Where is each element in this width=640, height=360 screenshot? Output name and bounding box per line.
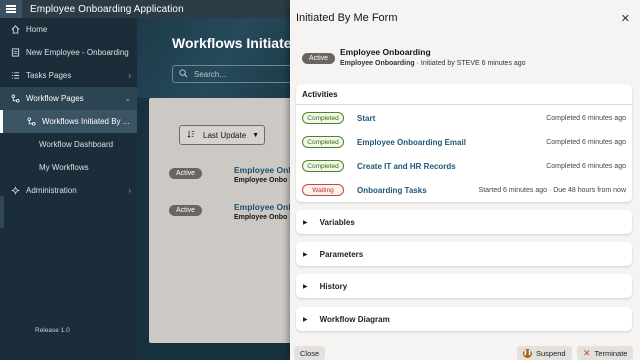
- activity-link[interactable]: Start: [357, 114, 375, 123]
- search-input[interactable]: Search...: [172, 65, 290, 83]
- sidebar-item-administration[interactable]: Administration ›: [0, 179, 137, 202]
- search-icon: [179, 68, 188, 80]
- sidebar-item-label: Workflow Dashboard: [39, 140, 114, 149]
- sidebar-item-tasks-pages[interactable]: Tasks Pages ›: [0, 64, 137, 87]
- release-label: Release 1.0: [35, 327, 70, 334]
- sidebar-scrollbar[interactable]: [0, 196, 4, 228]
- status-badge: Completed: [302, 112, 344, 124]
- section-label: Parameters: [319, 249, 364, 259]
- results-card: Last Update ▼ Active Employee Onb Employ…: [149, 98, 290, 343]
- drawer-title: Initiated By Me Form: [296, 12, 398, 24]
- search-placeholder: Search...: [194, 69, 227, 79]
- app-header: Employee Onboarding Application: [0, 0, 290, 18]
- activities-panel: Activities Completed Start Completed 6 m…: [296, 84, 632, 202]
- workflow-subtitle: Employee Onbo: [234, 214, 288, 221]
- sidebar-item-label: Home: [26, 25, 48, 34]
- main-content: Workflows Initiate Search... Last Update…: [137, 18, 290, 360]
- section-variables[interactable]: ▶ Variables: [296, 210, 632, 234]
- sidebar-item-workflows-initiated[interactable]: Workflows Initiated By ...: [0, 110, 137, 133]
- list-icon: [11, 71, 20, 80]
- sidebar-item-label: Workflows Initiated By ...: [42, 117, 130, 126]
- workflow-summary: Active Employee Onboarding Employee Onbo…: [302, 46, 630, 72]
- caret-down-icon: ▼: [252, 131, 260, 139]
- drawer-header: Initiated By Me Form ✕: [290, 0, 640, 36]
- chevron-down-icon: ⌄: [124, 94, 131, 103]
- suspend-button[interactable]: ❚❚ Suspend: [517, 346, 572, 360]
- drawer-footer: Close ❚❚ Suspend ✕ Terminate: [290, 344, 640, 360]
- expand-triangle-icon: ▶: [303, 316, 308, 323]
- activity-link[interactable]: Create IT and HR Records: [357, 162, 456, 171]
- sidebar-item-label: My Workflows: [39, 163, 89, 172]
- menu-icon[interactable]: [0, 0, 22, 18]
- activity-status-text: Started 6 minutes ago · Due 48 hours fro…: [478, 186, 626, 194]
- section-history[interactable]: ▶ History: [296, 274, 632, 298]
- close-button[interactable]: Close: [294, 346, 326, 360]
- status-badge: Completed: [302, 160, 344, 172]
- activity-link[interactable]: Employee Onboarding Email: [357, 138, 466, 147]
- workflow-link[interactable]: Employee Onb: [234, 202, 290, 212]
- section-label: Workflow Diagram: [319, 314, 390, 324]
- expand-triangle-icon: ▶: [303, 219, 308, 226]
- workflow-meta: Employee Onboarding · Initiated by STEVE…: [340, 60, 526, 67]
- status-badge: Completed: [302, 136, 344, 148]
- workflow-title: Employee Onboarding: [340, 47, 431, 57]
- activities-heading: Activities: [302, 90, 338, 99]
- activity-status-text: Completed 6 minutes ago: [546, 114, 626, 122]
- page-title: Workflows Initiate: [172, 35, 290, 51]
- activity-row: Waiting Onboarding Tasks Started 6 minut…: [302, 181, 626, 199]
- page-banner: [137, 18, 290, 98]
- status-badge: Active: [302, 53, 336, 64]
- sort-icon: [187, 130, 195, 140]
- expand-triangle-icon: ▶: [303, 251, 308, 258]
- activity-row: Completed Employee Onboarding Email Comp…: [302, 133, 626, 151]
- section-workflow-diagram[interactable]: ▶ Workflow Diagram: [296, 307, 632, 331]
- sidebar-item-label: Administration: [26, 186, 77, 195]
- sort-button[interactable]: Last Update ▼: [179, 125, 265, 145]
- pause-icon: ❚❚: [523, 348, 532, 358]
- suspend-label: Suspend: [536, 348, 566, 358]
- activity-row: Completed Create IT and HR Records Compl…: [302, 157, 626, 175]
- gear-icon: [11, 186, 20, 195]
- workflow-icon: [27, 117, 36, 126]
- sidebar-item-workflow-dashboard[interactable]: Workflow Dashboard: [0, 133, 137, 156]
- sidebar-item-my-workflows[interactable]: My Workflows: [0, 156, 137, 179]
- sidebar-item-home[interactable]: Home: [0, 18, 137, 41]
- section-label: History: [319, 281, 348, 291]
- chevron-right-icon: ›: [128, 71, 131, 80]
- section-parameters[interactable]: ▶ Parameters: [296, 242, 632, 266]
- workflow-link[interactable]: Employee Onb: [234, 165, 290, 175]
- activity-row: Completed Start Completed 6 minutes ago: [302, 109, 626, 127]
- terminate-label: Terminate: [594, 348, 628, 358]
- form-icon: [11, 48, 20, 57]
- activity-link[interactable]: Onboarding Tasks: [357, 186, 427, 195]
- status-badge: Active: [169, 205, 203, 216]
- list-item[interactable]: Active Employee Onb Employee Onbo: [169, 165, 290, 184]
- sidebar-item-label: Tasks Pages: [26, 71, 72, 80]
- close-icon[interactable]: ✕: [621, 12, 630, 25]
- chevron-right-icon: ›: [128, 186, 131, 195]
- activity-status-text: Completed 6 minutes ago: [546, 162, 626, 170]
- sidebar-item-label: Workflow Pages: [26, 94, 84, 103]
- home-icon: [11, 25, 20, 34]
- app-title: Employee Onboarding Application: [30, 3, 184, 15]
- sort-label: Last Update: [203, 130, 247, 140]
- workflow-icon: [11, 94, 20, 103]
- divider: [296, 104, 632, 105]
- sidebar-item-workflow-pages[interactable]: Workflow Pages ⌄: [0, 87, 137, 110]
- workflow-subtitle: Employee Onbo: [234, 177, 288, 184]
- activity-status-text: Completed 6 minutes ago: [546, 138, 626, 146]
- sidebar-item-label: New Employee - Onboarding: [26, 48, 129, 57]
- sidebar: Home New Employee - Onboarding Tasks Pag…: [0, 18, 137, 360]
- expand-triangle-icon: ▶: [303, 283, 308, 290]
- list-item[interactable]: Active Employee Onb Employee Onbo: [169, 202, 290, 221]
- status-badge: Active: [169, 168, 203, 179]
- section-label: Variables: [319, 217, 355, 227]
- terminate-button[interactable]: ✕ Terminate: [577, 346, 634, 360]
- close-icon: ✕: [583, 347, 591, 358]
- details-drawer: Initiated By Me Form ✕ Active Employee O…: [290, 0, 640, 360]
- sidebar-item-new-employee[interactable]: New Employee - Onboarding: [0, 41, 137, 64]
- status-badge: Waiting: [302, 184, 344, 196]
